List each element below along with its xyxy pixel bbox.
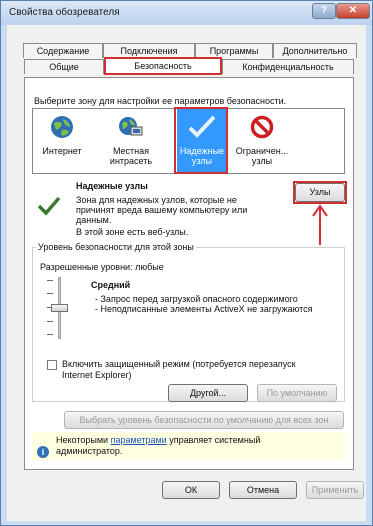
level-point-1: - Запрос перед загрузкой опасного содерж… — [95, 294, 298, 304]
reset-all-zones-button[interactable]: Выбрать уровень безопасности по умолчани… — [64, 411, 344, 429]
close-button[interactable]: ✕ — [336, 3, 370, 19]
zone-note: В этой зоне есть веб-узлы. — [76, 227, 189, 237]
zone-highlight-annotation — [174, 107, 228, 174]
cancel-button[interactable]: Отмена — [229, 481, 297, 499]
tab-programs[interactable]: Программы — [195, 43, 273, 58]
zone-desc-3: данным. — [76, 215, 112, 225]
level-point-2: - Неподписанные элементы ActiveX не загр… — [95, 304, 313, 314]
window-title: Свойства обозревателя — [9, 7, 120, 18]
tab-content[interactable]: Содержание — [23, 43, 103, 58]
admin-info-bar: i Некоторыми параметрами управляет систе… — [32, 432, 345, 460]
arrow-up-icon — [312, 204, 328, 245]
tab-privacy[interactable]: Конфиденциальность — [222, 59, 354, 74]
slider-tick — [47, 334, 53, 335]
protected-mode-checkbox[interactable] — [47, 360, 57, 370]
zone-restricted-label-2: узлы — [251, 156, 273, 166]
title-bar[interactable]: Свойства обозревателя ? ✕ — [1, 1, 372, 25]
level-name: Средний — [91, 280, 131, 290]
default-level-button[interactable]: По умолчанию — [257, 384, 337, 402]
tab-advanced[interactable]: Дополнительно — [273, 43, 357, 58]
zone-title: Надежные узлы — [76, 181, 148, 191]
ok-button[interactable]: ОК — [162, 481, 220, 499]
group-title: Уровень безопасности для этой зоны — [36, 242, 196, 252]
no-entry-icon — [250, 115, 274, 139]
zone-internet[interactable]: Интернет — [37, 109, 87, 173]
custom-level-button[interactable]: Другой... — [168, 384, 248, 402]
globe-icon — [51, 116, 73, 138]
tab-connections[interactable]: Подключения — [103, 43, 195, 58]
tab-highlight-annotation — [104, 57, 222, 75]
slider-tick — [47, 293, 53, 294]
zone-restricted-sites[interactable]: Ограничен... узлы — [231, 109, 293, 173]
zone-intranet-label-2: интрасеть — [109, 156, 153, 166]
zone-restricted-label-1: Ограничен... — [235, 146, 289, 156]
zone-internet-label: Интернет — [42, 146, 82, 156]
tab-general[interactable]: Общие — [24, 59, 104, 74]
info-line-1: Некоторыми параметрами управляет системн… — [56, 435, 261, 445]
protected-mode-label-2: Internet Explorer) — [62, 370, 132, 380]
protected-mode-label-1: Включить защищенный режим (потребуется п… — [62, 359, 296, 369]
slider-tick — [47, 321, 53, 322]
slider-tick — [47, 280, 53, 281]
parameters-link[interactable]: параметрами — [111, 435, 167, 445]
info-line-2: администратор. — [56, 446, 123, 456]
zone-prompt: Выберите зону для настройки ее параметро… — [34, 96, 287, 106]
trusted-check-icon — [37, 196, 61, 216]
zone-intranet-label-1: Местная — [112, 146, 150, 156]
sites-highlight-annotation — [293, 181, 347, 204]
apply-button[interactable]: Применить — [306, 481, 364, 499]
help-button[interactable]: ? — [312, 3, 336, 19]
info-icon: i — [37, 446, 49, 458]
intranet-icon — [119, 117, 143, 136]
allowed-levels: Разрешенные уровни: любые — [40, 262, 164, 272]
zone-local-intranet[interactable]: Местная интрасеть — [101, 109, 161, 173]
slider-thumb[interactable] — [51, 304, 68, 312]
zone-desc-1: Зона для надежных узлов, которые не — [76, 195, 237, 205]
zone-desc-2: причинят вреда вашему компьютеру или — [76, 205, 248, 215]
